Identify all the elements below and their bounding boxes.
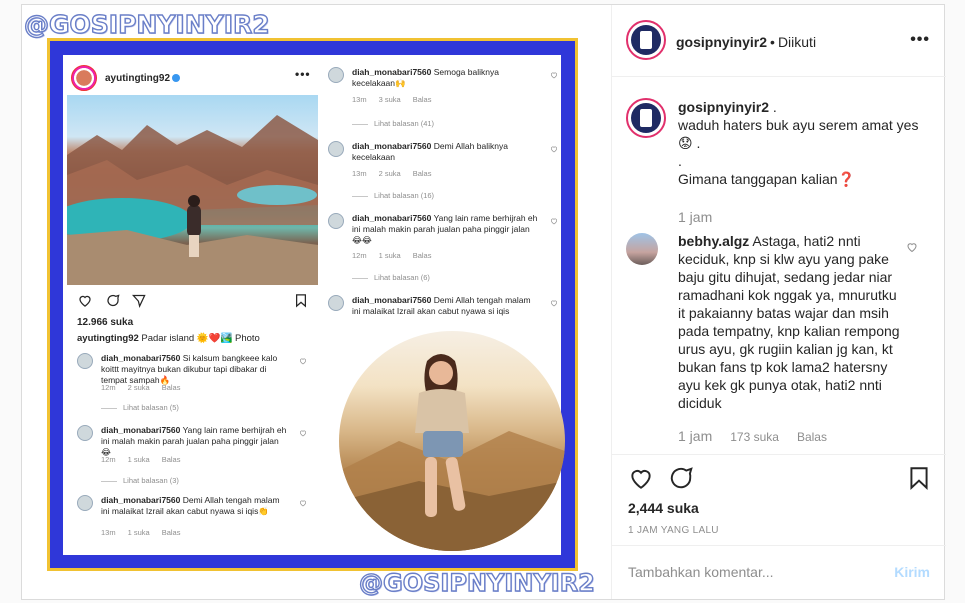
- comment-reply-button[interactable]: Balas: [797, 430, 827, 444]
- inner-photo-landscape: [67, 95, 318, 285]
- commenter-avatar: [328, 67, 344, 83]
- comment-meta: 1 jam 173 suka Balas: [678, 428, 845, 444]
- inner-post-header: ayutingting92: [71, 65, 181, 91]
- like-heart-icon[interactable]: [628, 465, 654, 491]
- posted-time[interactable]: 1 JAM YANG LALU: [628, 525, 719, 536]
- comment-likes[interactable]: 173 suka: [730, 430, 779, 444]
- inner-username: ayutingting92: [105, 73, 181, 84]
- caption-username[interactable]: gosipnyinyir2: [678, 99, 769, 115]
- comment-text: bebhy.algz Astaga, hati2 nnti keciduk, k…: [678, 233, 900, 411]
- inner-comment: diah_monabari7560 Yang lain rame berhijr…: [77, 425, 307, 485]
- caption-avatar[interactable]: [626, 98, 666, 138]
- caption-time[interactable]: 1 jam: [678, 209, 712, 225]
- follow-status[interactable]: Diikuti: [778, 34, 816, 50]
- comment-like-heart-icon[interactable]: [906, 241, 918, 253]
- post-side-panel: gosipnyinyir2 • Diikuti ••• gosipnyinyir2 …: [611, 5, 946, 599]
- heart-icon: [550, 300, 558, 307]
- commenter-avatar: [328, 141, 344, 157]
- bookmark-icon[interactable]: [906, 465, 932, 491]
- inner-comment: diah_monabari7560 Demi Allah tengah mala…: [77, 495, 307, 545]
- commenter-avatar: [77, 495, 93, 511]
- landscape-illustration: [67, 115, 318, 285]
- comment-time[interactable]: 1 jam: [678, 428, 712, 444]
- heart-icon: [299, 430, 307, 437]
- inner-comment: diah_monabari7560 Demi Allah tengah mala…: [328, 295, 558, 331]
- inner-more-icon: •••: [295, 67, 311, 81]
- author-username[interactable]: gosipnyinyir2: [676, 34, 767, 50]
- circle-photo-woman: [339, 331, 565, 551]
- woman-on-hill-illustration: [339, 354, 565, 551]
- add-comment-input[interactable]: [628, 560, 878, 584]
- inner-comment: diah_monabari7560 Demi Allah baliknya ke…: [328, 141, 558, 211]
- comment-bubble-icon[interactable]: [668, 465, 694, 491]
- comment-icon: [107, 294, 120, 307]
- watermark-top: @GOSIPNYINYIR2: [23, 9, 270, 39]
- heart-icon: [550, 72, 558, 79]
- screenshot-of-post: ayutingting92 ••• 12.966 suka ayutingtin…: [63, 55, 565, 555]
- post-media[interactable]: @GOSIPNYINYIR2 ayutingting92 ••• 12.966 …: [22, 5, 611, 599]
- author-avatar[interactable]: [626, 20, 666, 60]
- likes-count[interactable]: 2,444 suka: [628, 500, 699, 516]
- bookmark-icon: [296, 294, 306, 308]
- share-icon: [131, 294, 146, 308]
- post-actions: 2,444 suka 1 JAM YANG LALU: [612, 454, 946, 544]
- caption: gosipnyinyir2 . waduh haters buk ayu ser…: [678, 99, 919, 187]
- inner-comment: diah_monabari7560 Semoga baliknya kecela…: [328, 67, 558, 137]
- inner-actions: [77, 293, 317, 311]
- post-header: gosipnyinyir2 • Diikuti •••: [612, 5, 946, 77]
- commenter-avatar: [328, 295, 344, 311]
- heart-icon: [299, 500, 307, 507]
- commenter-avatar[interactable]: [626, 233, 658, 265]
- heart-icon: [299, 358, 307, 365]
- comment-username[interactable]: bebhy.algz: [678, 233, 749, 249]
- commenter-avatar: [328, 213, 344, 229]
- inner-comment: diah_monabari7560 Si kalsum bangkeee kal…: [77, 353, 307, 413]
- heart-icon: [550, 146, 558, 153]
- watermark-bottom: @GOSIPNYINYIR2: [358, 568, 595, 597]
- heart-icon: [550, 218, 558, 225]
- commenter-avatar: [77, 353, 93, 369]
- commenter-avatar: [77, 425, 93, 441]
- inner-caption: ayutingting92 Padar island 🌞❤️🏞️ Photo: [77, 333, 260, 344]
- inner-comment: diah_monabari7560 Yang lain rame berhijr…: [328, 213, 558, 289]
- post-card: @GOSIPNYINYIR2 ayutingting92 ••• 12.966 …: [21, 4, 946, 600]
- author-line: gosipnyinyir2 • Diikuti: [676, 34, 817, 50]
- verified-icon: [172, 73, 181, 82]
- comments-area: gosipnyinyir2 . waduh haters buk ayu ser…: [612, 78, 946, 454]
- inner-avatar: [71, 65, 97, 91]
- inner-likes: 12.966 suka: [77, 317, 134, 328]
- add-comment-bar: Kirim: [612, 545, 946, 599]
- send-comment-button[interactable]: Kirim: [894, 564, 930, 580]
- more-options-icon[interactable]: •••: [910, 31, 930, 49]
- heart-icon: [79, 295, 91, 307]
